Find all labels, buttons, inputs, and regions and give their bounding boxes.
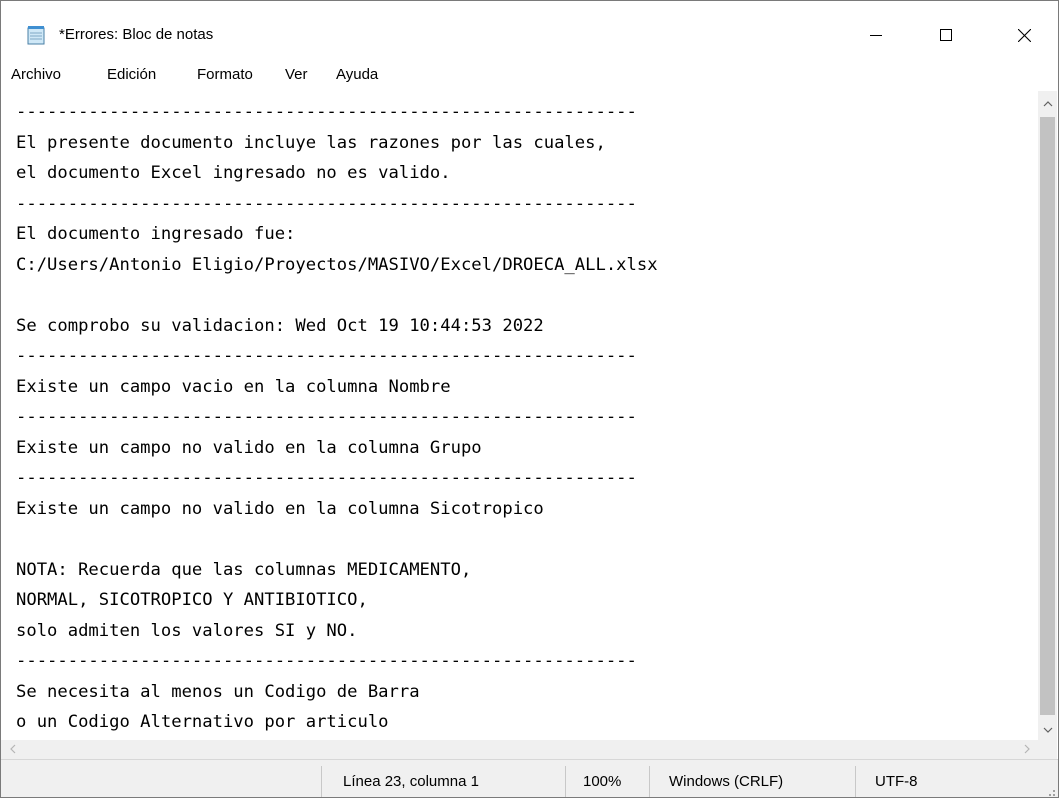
menu-archivo[interactable]: Archivo [11, 66, 61, 83]
scroll-right-button[interactable] [1017, 740, 1036, 759]
text-line: El documento ingresado fue: [16, 224, 296, 244]
text-line: C:/Users/Antonio Eligio/Proyectos/MASIVO… [16, 254, 658, 275]
text-line: ----------------------------------------… [16, 102, 637, 122]
text-line: ----------------------------------------… [16, 651, 637, 671]
status-divider [321, 766, 322, 797]
window-title: *Errores: Bloc de notas [59, 26, 214, 43]
text-line: ----------------------------------------… [16, 407, 637, 427]
menu-ver[interactable]: Ver [285, 66, 308, 83]
status-divider [855, 766, 856, 797]
vertical-scroll-thumb[interactable] [1040, 117, 1055, 715]
text-line: ----------------------------------------… [16, 193, 637, 214]
minimize-button[interactable] [853, 11, 899, 59]
text-line: Existe un campo no valido en la columna … [16, 437, 482, 458]
text-line: Se comprobo su validacion: Wed Oct 19 10… [16, 315, 544, 336]
menu-edicion[interactable]: Edición [107, 66, 156, 83]
maximize-button[interactable] [923, 11, 969, 59]
close-button[interactable] [1001, 11, 1047, 59]
title-bar[interactable]: *Errores: Bloc de notas [1, 1, 1058, 59]
scroll-up-button[interactable] [1038, 93, 1057, 112]
text-editor[interactable]: ----------------------------------------… [1, 91, 1038, 740]
text-line: NORMAL, SICOTROPICO Y ANTIBIOTICO, [16, 590, 368, 610]
text-line: Se necesita al menos un Codigo de Barra [16, 681, 420, 702]
scroll-down-button[interactable] [1038, 719, 1057, 738]
text-line: ----------------------------------------… [16, 346, 637, 366]
text-line: Existe un campo no valido en la columna … [16, 498, 544, 519]
notepad-icon [27, 25, 45, 45]
status-cursor-position: Línea 23, columna 1 [343, 773, 479, 790]
close-icon [1017, 28, 1031, 42]
status-encoding: UTF-8 [875, 773, 918, 790]
text-line: solo admiten los valores SI y NO. [16, 620, 358, 641]
chevron-up-icon [1043, 94, 1053, 112]
menu-formato[interactable]: Formato [197, 66, 253, 83]
minimize-icon [870, 29, 882, 41]
menu-ayuda[interactable]: Ayuda [336, 66, 378, 83]
text-line: NOTA: Recuerda que las columnas MEDICAME… [16, 559, 472, 580]
notepad-window: *Errores: Bloc de notas Archivo Edición … [0, 0, 1059, 798]
text-line: ----------------------------------------… [16, 468, 637, 488]
status-bar: Línea 23, columna 1 100% Windows (CRLF) … [1, 759, 1058, 797]
document-text: ----------------------------------------… [16, 97, 658, 740]
status-line-ending: Windows (CRLF) [669, 773, 784, 790]
chevron-down-icon [1043, 720, 1053, 738]
status-divider [565, 766, 566, 797]
scrollbar-corner [1038, 740, 1057, 759]
chevron-right-icon [1024, 741, 1030, 759]
chevron-left-icon [9, 741, 16, 759]
scroll-left-button[interactable] [3, 740, 22, 759]
text-line: Existe un campo vacio en la columna Nomb… [16, 376, 451, 397]
maximize-icon [940, 29, 952, 41]
resize-grip-icon[interactable] [1044, 784, 1056, 796]
text-line: o un Codigo Alternativo por articulo [16, 712, 389, 732]
status-divider [649, 766, 650, 797]
text-line: el documento Excel ingresado no es valid… [16, 163, 451, 183]
menu-bar: Archivo Edición Formato Ver Ayuda [1, 59, 1058, 91]
status-zoom: 100% [583, 773, 622, 790]
vertical-scrollbar[interactable] [1038, 91, 1057, 740]
horizontal-scrollbar[interactable] [1, 740, 1038, 759]
text-line: El presente documento incluye las razone… [16, 132, 606, 153]
